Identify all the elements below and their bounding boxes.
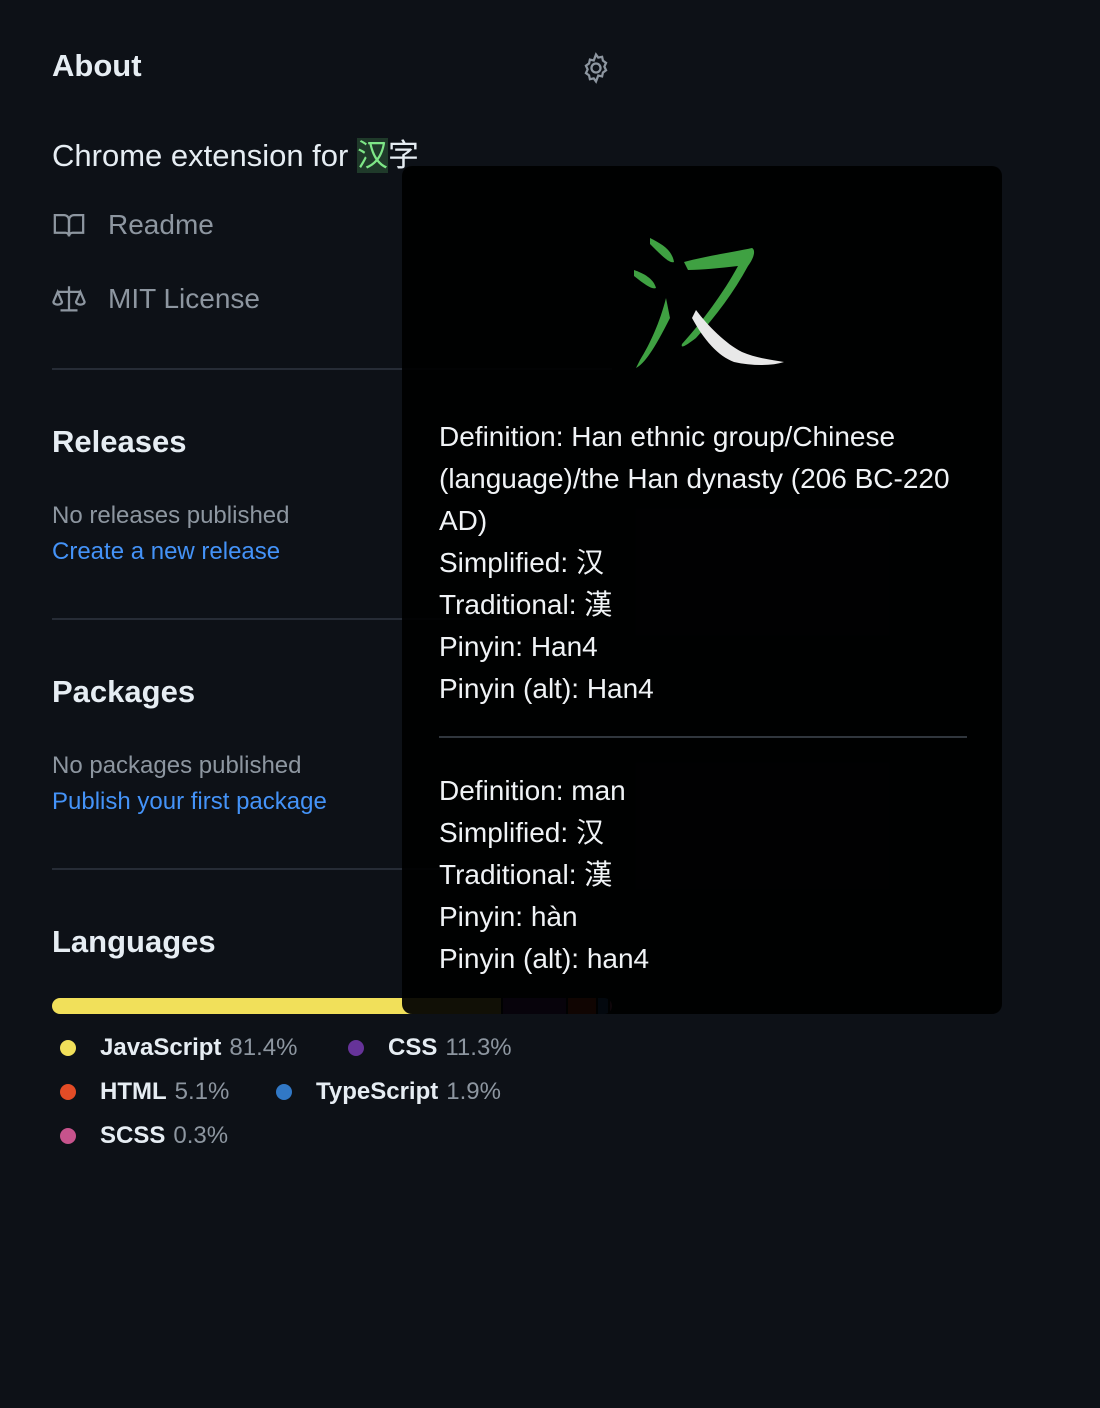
language-color-dot (60, 1128, 76, 1144)
language-item-typescript[interactable]: TypeScript 1.9% (276, 1078, 501, 1106)
language-name: CSS (388, 1034, 438, 1061)
character-popup: Definition: Han ethnic group/Chinese (la… (402, 166, 1002, 1014)
gear-icon[interactable] (579, 51, 613, 85)
language-percent: 81.4% (229, 1034, 298, 1061)
language-name: HTML (100, 1078, 167, 1105)
language-item-html[interactable]: HTML 5.1% (60, 1078, 229, 1106)
language-percent: 5.1% (174, 1078, 230, 1105)
traditional-text: Traditional: 漢 (439, 859, 613, 890)
language-name: TypeScript (316, 1078, 439, 1105)
language-name: JavaScript (100, 1034, 222, 1061)
about-title: About (52, 48, 142, 83)
publish-package-link[interactable]: Publish your first package (52, 788, 327, 816)
language-name: SCSS (100, 1122, 166, 1149)
highlighted-character[interactable]: 汉 (356, 138, 388, 173)
definition-entry-2: Definition: man Simplified: 汉 Traditiona… (439, 770, 969, 980)
scale-icon (52, 286, 86, 312)
repo-description: Chrome extension for 汉字 (52, 130, 419, 175)
pinyin-text: Pinyin: Han4 (439, 631, 598, 662)
popup-divider (439, 736, 967, 738)
definition-text: Definition: man (439, 775, 626, 806)
readme-label: Readme (108, 209, 214, 240)
book-icon (53, 213, 85, 237)
stroke-order-character (626, 226, 786, 376)
han-character-strokes (634, 238, 784, 368)
language-item-javascript[interactable]: JavaScript 81.4% (60, 1034, 297, 1062)
language-item-css[interactable]: CSS 11.3% (348, 1034, 512, 1062)
language-item-scss[interactable]: SCSS 0.3% (60, 1122, 228, 1150)
traditional-text: Traditional: 漢 (439, 589, 613, 620)
simplified-text: Simplified: 汉 (439, 817, 604, 848)
packages-empty-text: No packages published (52, 752, 302, 779)
language-color-dot (60, 1084, 76, 1100)
pinyin-text: Pinyin: hàn (439, 901, 578, 932)
pinyin-alt-text: Pinyin (alt): Han4 (439, 673, 654, 704)
license-link[interactable]: MIT License (52, 282, 260, 316)
language-percent: 1.9% (446, 1078, 501, 1105)
pinyin-alt-text: Pinyin (alt): han4 (439, 943, 650, 974)
releases-empty-text: No releases published (52, 502, 290, 529)
definition-text: Definition: Han ethnic group/Chinese (la… (439, 421, 950, 536)
language-color-dot (276, 1084, 292, 1100)
language-color-dot (348, 1040, 364, 1056)
license-label: MIT License (108, 283, 260, 314)
readme-link[interactable]: Readme (52, 208, 214, 242)
language-percent: 11.3% (445, 1034, 512, 1061)
definition-entry-1: Definition: Han ethnic group/Chinese (la… (439, 416, 969, 710)
language-color-dot (60, 1040, 76, 1056)
languages-title: Languages (52, 924, 216, 959)
releases-title[interactable]: Releases (52, 424, 186, 460)
packages-title[interactable]: Packages (52, 674, 195, 710)
create-release-link[interactable]: Create a new release (52, 538, 280, 566)
simplified-text: Simplified: 汉 (439, 547, 604, 578)
description-text: Chrome extension for (52, 138, 357, 173)
language-percent: 0.3% (173, 1122, 229, 1149)
